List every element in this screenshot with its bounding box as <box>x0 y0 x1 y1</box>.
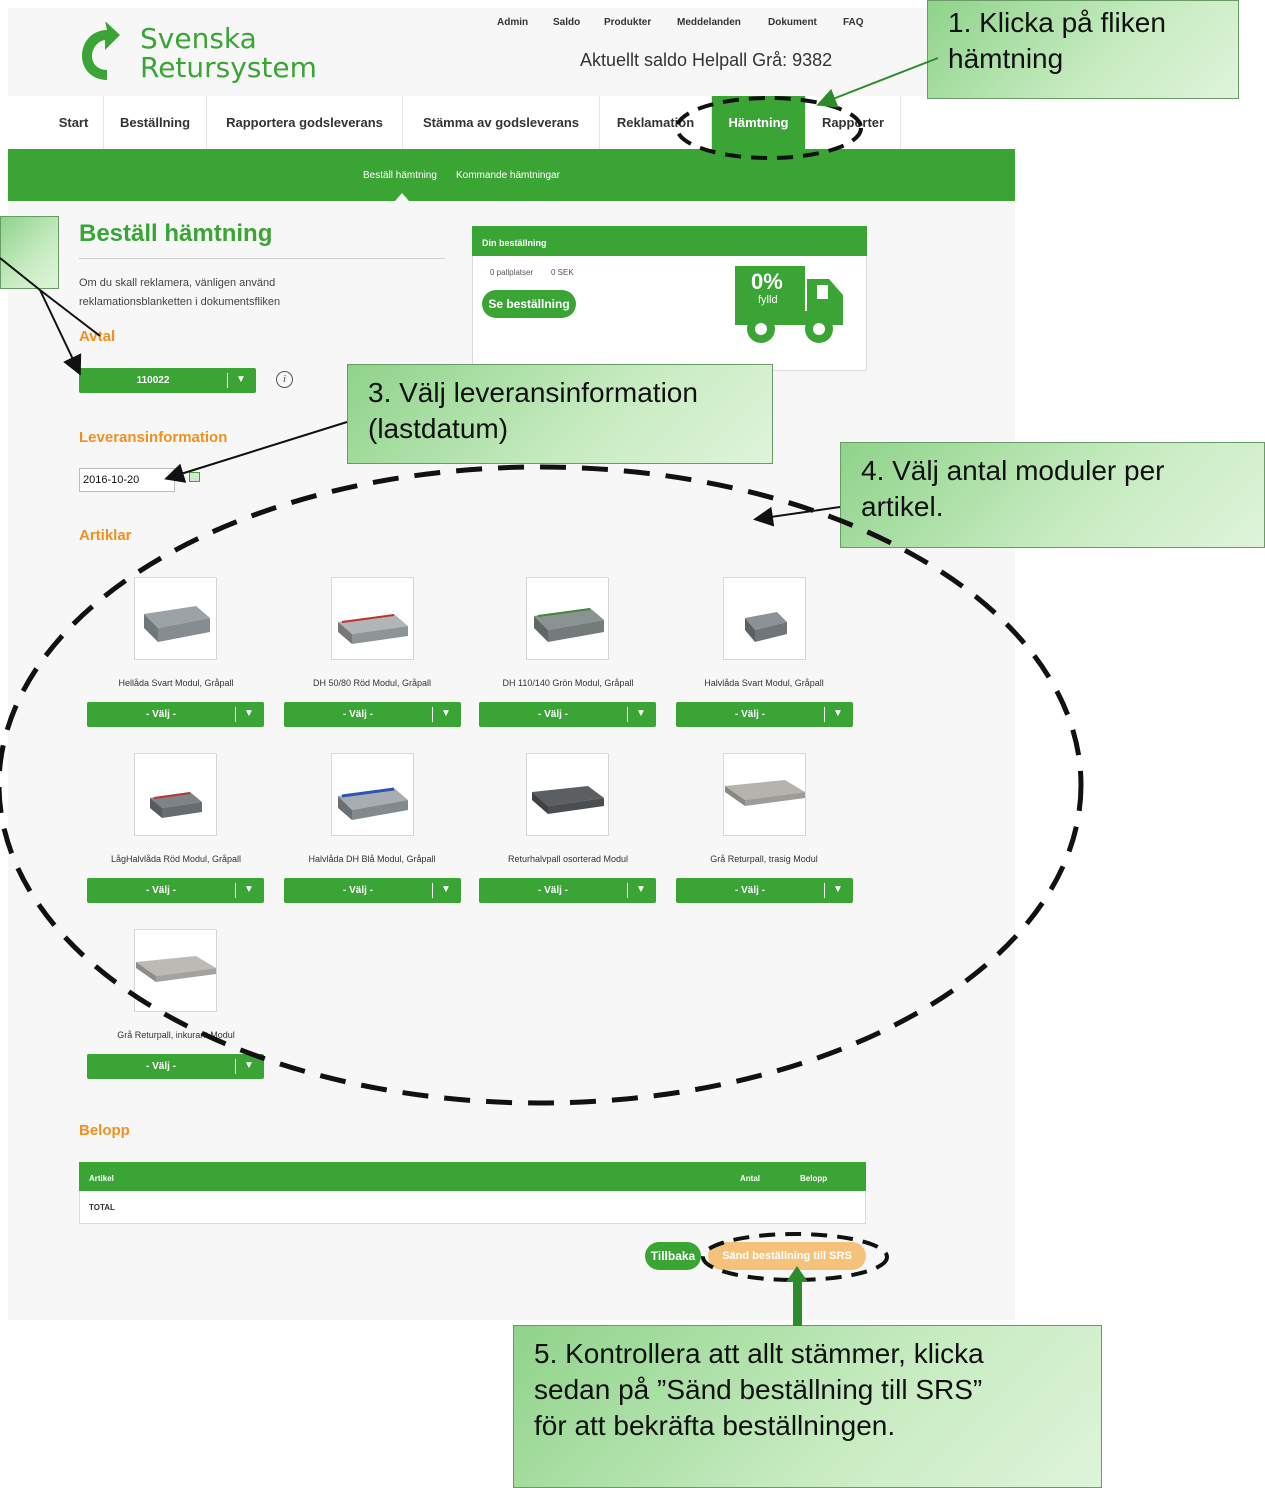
arrow-step-1 <box>816 57 939 108</box>
highlight-ellipse-articles <box>0 464 1084 1106</box>
highlight-ellipse-tab <box>675 96 863 160</box>
arrow-step-2 <box>39 289 101 337</box>
annotation-overlay <box>0 57 1084 1326</box>
arrow-step-2c <box>39 289 82 376</box>
arrow-step-2b <box>0 257 41 291</box>
arrow-step-4 <box>753 506 841 527</box>
arrow-step-5-shaft <box>793 1280 802 1326</box>
arrow-step-5-head <box>786 1266 808 1282</box>
arrow-step-3 <box>164 421 348 483</box>
